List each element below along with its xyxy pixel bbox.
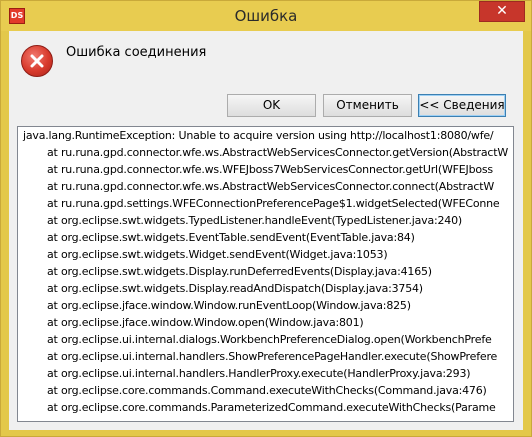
- stack-trace-line: java.lang.RuntimeException: Unable to ac…: [23, 129, 494, 142]
- title-bar[interactable]: DS Ошибка ✕: [1, 1, 531, 31]
- stack-trace-line: at org.eclipse.ui.internal.dialogs.Workb…: [47, 333, 492, 346]
- stack-trace-text-area[interactable]: java.lang.RuntimeException: Unable to ac…: [17, 126, 514, 422]
- stack-trace-line: at org.eclipse.ui.internal.handlers.Show…: [47, 350, 498, 363]
- stack-trace-line: at org.eclipse.core.commands.Command.exe…: [47, 384, 487, 397]
- window-title: Ошибка: [234, 7, 298, 25]
- stack-trace-line: at org.eclipse.swt.widgets.TypedListener…: [47, 214, 462, 227]
- close-icon: ✕: [496, 3, 508, 19]
- ok-button[interactable]: OK: [227, 94, 316, 117]
- details-toggle-button[interactable]: << Сведения: [418, 94, 506, 117]
- stack-trace-line: at ru.runa.gpd.settings.WFEConnectionPre…: [47, 197, 500, 210]
- error-dialog-window: DS Ошибка ✕ Ошибка соединения OK Отменит…: [0, 0, 532, 437]
- stack-trace-line: at org.eclipse.jface.window.Window.runEv…: [47, 299, 411, 312]
- stack-trace-line: at ru.runa.gpd.connector.wfe.ws.WFEJboss…: [47, 163, 493, 176]
- stack-trace-line: at org.eclipse.swt.widgets.EventTable.se…: [47, 231, 415, 244]
- stack-trace-line: at org.eclipse.swt.widgets.Display.runDe…: [47, 265, 432, 278]
- dialog-body: Ошибка соединения OK Отменить << Сведени…: [9, 31, 523, 430]
- close-button[interactable]: ✕: [479, 1, 525, 22]
- error-message: Ошибка соединения: [66, 45, 207, 60]
- stack-trace-line: at org.eclipse.swt.widgets.Display.readA…: [47, 282, 423, 295]
- stack-trace-line: at ru.runa.gpd.connector.wfe.ws.Abstract…: [47, 180, 494, 193]
- stack-trace-line: at org.eclipse.core.commands.Parameteriz…: [47, 401, 496, 414]
- cancel-button[interactable]: Отменить: [323, 94, 412, 117]
- stack-trace-line: at org.eclipse.ui.internal.handlers.Hand…: [47, 367, 471, 380]
- stack-trace-line: at org.eclipse.jface.window.Window.open(…: [47, 316, 364, 329]
- error-icon: [21, 45, 53, 77]
- stack-trace-line: at org.eclipse.swt.widgets.Widget.sendEv…: [47, 248, 388, 261]
- stack-trace-line: at ru.runa.gpd.connector.wfe.ws.Abstract…: [47, 146, 509, 159]
